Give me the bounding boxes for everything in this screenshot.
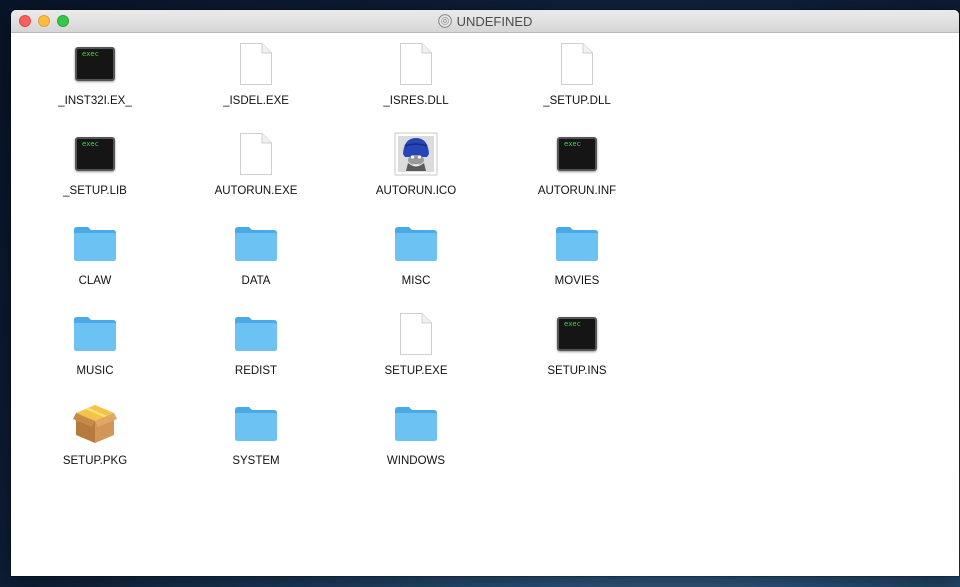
file-label: _SETUP.LIB <box>63 185 127 197</box>
file-item[interactable]: CLAW <box>35 221 155 287</box>
pirate-image-icon <box>394 132 438 176</box>
file-label: MISC <box>401 275 431 287</box>
file-item[interactable]: MUSIC <box>35 311 155 377</box>
file-label: DATA <box>241 275 271 287</box>
file-label: SETUP.EXE <box>384 365 448 377</box>
file-label: _INST32I.EX_ <box>58 95 132 107</box>
exec-icon: exec <box>557 137 597 171</box>
file-label: SETUP.INS <box>547 365 607 377</box>
title-bar[interactable]: UNDEFINED <box>11 10 959 33</box>
window-title-text: UNDEFINED <box>456 13 533 29</box>
file-label: WINDOWS <box>386 455 446 467</box>
file-item[interactable]: DATA <box>196 221 316 287</box>
folder-icon <box>74 317 116 351</box>
file-label: _SETUP.DLL <box>543 95 611 107</box>
window-title: UNDEFINED <box>11 10 959 32</box>
document-icon <box>240 43 272 85</box>
file-label: SETUP.PKG <box>62 455 128 467</box>
folder-icon <box>235 227 277 261</box>
file-label: _ISDEL.EXE <box>223 95 289 107</box>
disc-icon <box>437 14 452 28</box>
file-item[interactable]: exec _SETUP.LIB <box>35 131 155 197</box>
file-item[interactable]: MISC <box>356 221 476 287</box>
document-icon <box>400 313 432 355</box>
finder-window: UNDEFINED exec _INST32I.EX_ _ISDEL.EXE _… <box>11 10 959 576</box>
file-item[interactable]: exec SETUP.INS <box>517 311 637 377</box>
file-item[interactable]: exec _INST32I.EX_ <box>35 41 155 107</box>
file-label: MUSIC <box>76 365 114 377</box>
file-item[interactable]: SYSTEM <box>196 401 316 467</box>
file-label: CLAW <box>78 275 112 287</box>
file-item[interactable]: AUTORUN.ICO <box>356 131 476 197</box>
exec-icon: exec <box>75 47 115 81</box>
file-item[interactable]: SETUP.PKG <box>35 401 155 467</box>
file-item[interactable]: _ISDEL.EXE <box>196 41 316 107</box>
file-item[interactable]: REDIST <box>196 311 316 377</box>
document-icon <box>561 43 593 85</box>
folder-icon <box>235 407 277 441</box>
file-label: AUTORUN.EXE <box>214 185 298 197</box>
document-icon <box>240 133 272 175</box>
file-label: AUTORUN.ICO <box>375 185 457 197</box>
folder-icon <box>235 317 277 351</box>
exec-icon: exec <box>75 137 115 171</box>
file-item[interactable]: MOVIES <box>517 221 637 287</box>
file-item[interactable]: exec AUTORUN.INF <box>517 131 637 197</box>
file-label: AUTORUN.INF <box>537 185 617 197</box>
folder-icon <box>556 227 598 261</box>
file-item[interactable]: _SETUP.DLL <box>517 41 637 107</box>
file-label: REDIST <box>234 365 278 377</box>
file-grid: exec _INST32I.EX_ _ISDEL.EXE _ISRES.DLL <box>11 33 959 576</box>
file-label: _ISRES.DLL <box>383 95 449 107</box>
folder-icon <box>395 227 437 261</box>
folder-icon <box>395 407 437 441</box>
folder-icon <box>74 227 116 261</box>
file-item[interactable]: AUTORUN.EXE <box>196 131 316 197</box>
file-label: MOVIES <box>554 275 600 287</box>
package-icon <box>73 405 117 443</box>
file-item[interactable]: SETUP.EXE <box>356 311 476 377</box>
file-item[interactable]: _ISRES.DLL <box>356 41 476 107</box>
file-item[interactable]: WINDOWS <box>356 401 476 467</box>
exec-icon: exec <box>557 317 597 351</box>
file-label: SYSTEM <box>232 455 280 467</box>
document-icon <box>400 43 432 85</box>
